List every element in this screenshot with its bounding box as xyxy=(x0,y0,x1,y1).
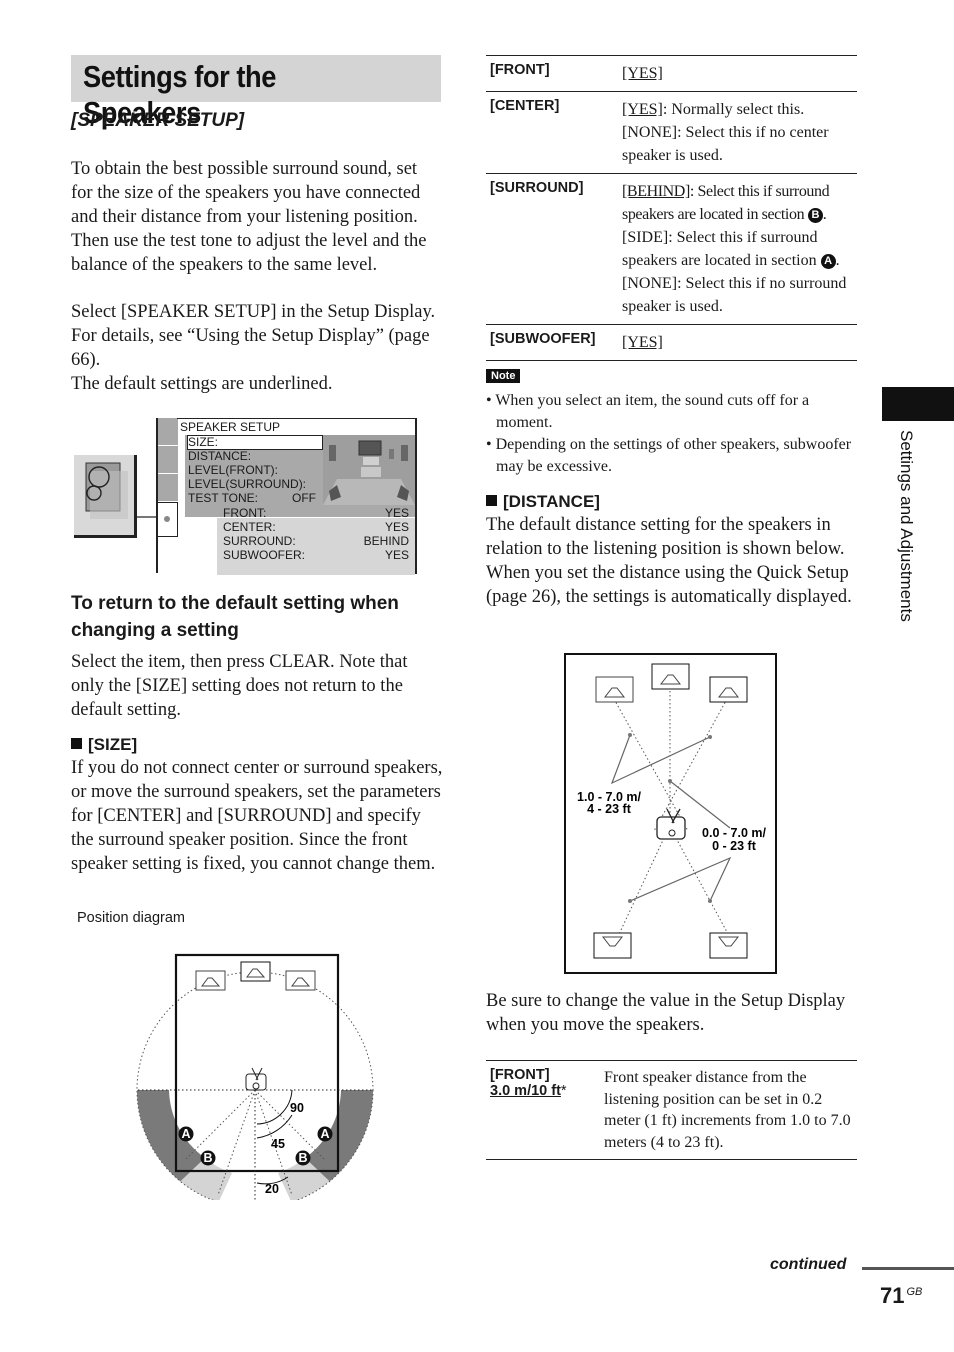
table-row: [FRONT] 3.0 m/10 ft* Front speaker dista… xyxy=(486,1060,857,1160)
sub-item-subwoofer[interactable]: SUBWOOFER: YES xyxy=(223,548,409,562)
option-key: [FRONT] xyxy=(490,1067,550,1083)
setup-screen: SPEAKER SETUP SIZE: DISTANCE: LEVEL(FRON… xyxy=(177,418,417,575)
svg-text:B: B xyxy=(203,1151,212,1165)
section-a-left-badge: A xyxy=(178,1126,194,1142)
menu-item-test-tone[interactable]: TEST TONE: xyxy=(188,491,258,505)
section-a-right-badge: A xyxy=(317,1126,333,1142)
option-key: [SUBWOOFER] xyxy=(486,324,618,361)
section-b-badge: B xyxy=(807,208,823,223)
chapter-tab-marker xyxy=(882,387,954,421)
menu-tabs xyxy=(156,418,178,573)
section-a-badge: A xyxy=(820,254,836,269)
chapter-tab: Settings and Adjustments xyxy=(888,430,918,690)
distance-after-text: Be sure to change the value in the Setup… xyxy=(486,991,846,1035)
menu-item-level-front[interactable]: LEVEL(FRONT): xyxy=(188,463,278,477)
menu-item-size[interactable]: SIZE: xyxy=(188,435,218,449)
square-bullet-icon xyxy=(71,738,82,749)
speaker-size-icon xyxy=(74,455,137,538)
note-item: • Depending on the settings of other spe… xyxy=(486,436,852,475)
front-right-speaker-icon xyxy=(709,676,748,703)
menu-item-distance[interactable]: DISTANCE: xyxy=(188,449,251,463)
option-description: Front speaker distance from the listenin… xyxy=(600,1060,857,1160)
table-row: [FRONT] [YES] xyxy=(486,55,857,92)
option-key: [CENTER] xyxy=(486,91,618,174)
square-bullet-icon xyxy=(486,495,497,506)
section-subtitle: [SPEAKER SETUP] xyxy=(71,110,245,131)
position-diagram: 90 45 20 A A B B xyxy=(136,953,374,1200)
angle-arc-90 xyxy=(256,1089,293,1125)
section-b-left-badge: B xyxy=(200,1150,216,1166)
angle-label-45: 45 xyxy=(271,1137,285,1151)
select-instructions: Select [SPEAKER SETUP] in the Setup Disp… xyxy=(71,302,436,370)
distance-options-table: [FRONT] 3.0 m/10 ft* Front speaker dista… xyxy=(486,1060,857,1160)
default-value: [BEHIND] xyxy=(622,183,690,200)
surround-left-speaker-icon xyxy=(593,932,632,959)
center-speaker-icon xyxy=(651,663,690,690)
rear-distance-range-ft: 0 - 23 ft xyxy=(712,839,757,853)
section-b-right-badge: B xyxy=(295,1150,311,1166)
front-left-speaker-icon xyxy=(595,676,634,703)
default-setting-body: Select the item, then press CLEAR. Note … xyxy=(71,652,408,720)
sub-item-surround[interactable]: SURROUND: BEHIND xyxy=(223,534,409,548)
size-body: If you do not connect center or surround… xyxy=(71,758,443,874)
continued-label: continued xyxy=(770,1256,847,1273)
svg-text:A: A xyxy=(320,1127,329,1141)
intro-paragraph: To obtain the best possible surround sou… xyxy=(71,159,427,275)
front-distance-range-ft: 4 - 23 ft xyxy=(587,802,632,816)
default-value: [YES] xyxy=(622,334,663,351)
option-key: [SURROUND] xyxy=(486,173,618,325)
room-speakers-image xyxy=(323,435,415,505)
note-list: • When you select an item, the sound cut… xyxy=(486,390,856,478)
svg-text:B: B xyxy=(298,1151,307,1165)
option-description: [SIDE]: Select this if surround speakers… xyxy=(622,229,818,269)
screen-header: SPEAKER SETUP xyxy=(180,420,281,434)
continued-line xyxy=(862,1267,954,1270)
svg-text:A: A xyxy=(181,1127,190,1141)
chapter-tab-label: Settings and Adjustments xyxy=(897,430,916,622)
default-setting-heading: To return to the default setting when ch… xyxy=(71,593,399,641)
default-value: 3.0 m/10 ft xyxy=(490,1083,561,1099)
sub-item-center[interactable]: CENTER: YES xyxy=(223,520,409,534)
distance-diagram: 1.0 - 7.0 m/ 4 - 23 ft 0.0 - 7.0 m/ 0 - … xyxy=(564,653,777,974)
angle-label-20: 20 xyxy=(265,1182,279,1196)
test-tone-value: OFF xyxy=(292,491,316,505)
setup-display-illustration: SPEAKER SETUP SIZE: DISTANCE: LEVEL(FRON… xyxy=(70,410,420,580)
table-row: [CENTER] [YES]: Normally select this. [N… xyxy=(486,91,857,174)
sub-item-front[interactable]: FRONT: YES xyxy=(223,506,409,520)
page-number: 71 GB xyxy=(880,1283,923,1308)
surround-right-speaker-icon xyxy=(709,932,748,959)
default-value: [YES] xyxy=(622,65,663,82)
table-row: [SUBWOOFER] [YES] xyxy=(486,324,857,361)
distance-body: The default distance setting for the spe… xyxy=(486,515,852,607)
listener-icon xyxy=(245,1067,267,1091)
note-item: • When you select an item, the sound cut… xyxy=(486,392,810,431)
rear-distance-range-m: 0.0 - 7.0 m/ xyxy=(702,826,766,840)
option-key: [FRONT] xyxy=(486,55,618,92)
table-row: [SURROUND] [BEHIND]: Select this if surr… xyxy=(486,173,857,325)
front-right-speaker-icon xyxy=(285,970,316,991)
center-speaker-icon xyxy=(240,961,271,982)
distance-heading: [DISTANCE] xyxy=(486,492,600,512)
option-description: [NONE]: Select this if no surround speak… xyxy=(622,275,847,315)
menu-item-level-surround[interactable]: LEVEL(SURROUND): xyxy=(188,477,306,491)
default-value: [YES] xyxy=(622,101,663,118)
note-badge: Note xyxy=(486,369,521,383)
option-description: [NONE]: Select this if no center speaker… xyxy=(622,124,829,164)
angle-label-90: 90 xyxy=(290,1101,304,1115)
title-banner: Settings for the Speakers xyxy=(71,55,441,130)
default-note: The default settings are underlined. xyxy=(71,374,333,394)
size-heading: [SIZE] xyxy=(71,735,137,755)
size-options-table: [FRONT] [YES] [CENTER] [YES]: Normally s… xyxy=(486,55,857,361)
position-diagram-caption: Position diagram xyxy=(77,910,185,926)
front-left-speaker-icon xyxy=(195,970,226,991)
